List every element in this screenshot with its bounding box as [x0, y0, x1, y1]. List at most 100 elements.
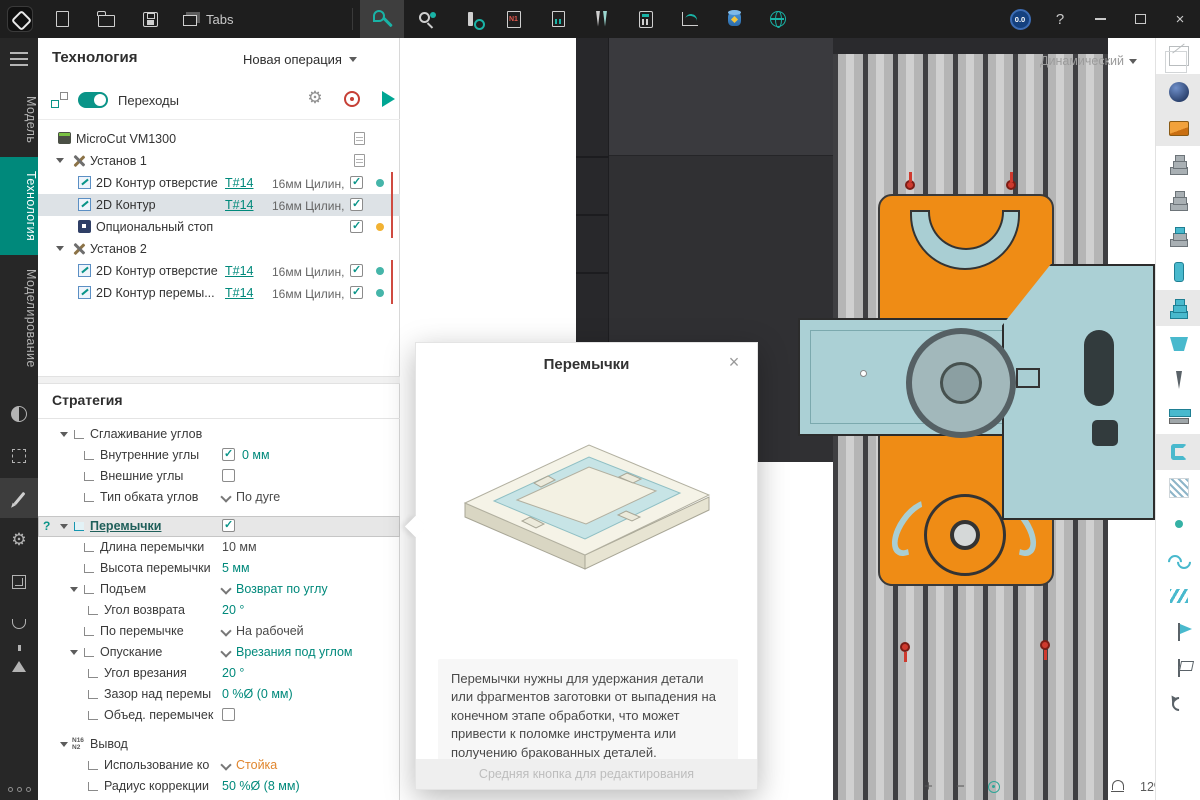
- workplan-icon[interactable]: [51, 92, 67, 108]
- account-badge[interactable]: 0.0: [1000, 0, 1040, 38]
- clamp-button[interactable]: [0, 604, 38, 644]
- tool-reference[interactable]: T#14: [225, 286, 254, 300]
- drill-button[interactable]: [1156, 362, 1200, 398]
- parameter-checkbox[interactable]: [222, 469, 235, 482]
- tool-reference[interactable]: T#14: [225, 264, 254, 278]
- minimize-button[interactable]: [1080, 0, 1120, 38]
- parameter-value[interactable]: По дуге: [222, 490, 280, 504]
- tree-expand-icon[interactable]: [56, 158, 64, 163]
- strategy-row[interactable]: Зазор над перемы0 %Ø (0 мм): [38, 684, 400, 705]
- post-button[interactable]: [756, 0, 800, 38]
- operation-row[interactable]: MicroCut VM1300: [38, 128, 400, 150]
- tree-expand-icon[interactable]: [70, 587, 78, 592]
- record-target-icon[interactable]: [344, 91, 360, 107]
- strategy-row[interactable]: ?Перемычки: [38, 516, 400, 537]
- operation-row[interactable]: 2D КонтурT#1416мм Цилин,: [38, 194, 400, 216]
- zoom-in-button[interactable]: +: [924, 778, 933, 795]
- tabs-button[interactable]: Tabs: [170, 0, 249, 38]
- parameter-value[interactable]: 20 °: [222, 603, 244, 617]
- parameter-checkbox[interactable]: [222, 448, 235, 461]
- tree-expand-icon[interactable]: [70, 650, 78, 655]
- operation-checkbox[interactable]: [350, 176, 363, 189]
- back-arrow-button[interactable]: [1156, 686, 1200, 722]
- operation-row[interactable]: 2D Контур перемы...T#1416мм Цилин,: [38, 282, 400, 304]
- graph-button[interactable]: [668, 0, 712, 38]
- strategy-row[interactable]: ПодъемВозврат по углу: [38, 579, 400, 600]
- machine-setup-button[interactable]: [448, 0, 492, 38]
- parameter-value[interactable]: 0 мм: [242, 448, 270, 462]
- strategy-row[interactable]: Угол возврата20 °: [38, 600, 400, 621]
- zoom-level[interactable]: 12%: [1140, 780, 1155, 794]
- flag-filled-button[interactable]: [1156, 614, 1200, 650]
- operation-checkbox[interactable]: [350, 264, 363, 277]
- parameter-value[interactable]: На рабочей: [222, 624, 304, 638]
- tree-expand-icon[interactable]: [56, 246, 64, 251]
- parameter-value[interactable]: 0 %Ø (0 мм): [222, 687, 293, 701]
- shaded-view-button[interactable]: [1156, 74, 1200, 110]
- flag-outline-button[interactable]: [1156, 650, 1200, 686]
- strategy-row[interactable]: Внутренние углы0 мм: [38, 445, 400, 466]
- measure-button[interactable]: [0, 646, 38, 686]
- origin-icon[interactable]: [988, 781, 1000, 793]
- parameter-value[interactable]: 10 мм: [222, 540, 257, 554]
- app-logo-icon[interactable]: [7, 6, 33, 32]
- tool-cup-button[interactable]: [1156, 326, 1200, 362]
- transitions-toggle[interactable]: [78, 92, 108, 108]
- notifications-bell-icon[interactable]: [1112, 780, 1124, 790]
- holder-c-button[interactable]: [1156, 218, 1200, 254]
- new-file-button[interactable]: [40, 0, 84, 38]
- parameter-value[interactable]: Врезания под углом: [222, 645, 353, 659]
- strategy-row[interactable]: Сглаживание углов: [38, 424, 400, 445]
- holder-b-button[interactable]: [1156, 182, 1200, 218]
- stock-button[interactable]: [712, 0, 756, 38]
- parameter-checkbox[interactable]: [222, 708, 235, 721]
- sheet-icon[interactable]: [354, 132, 365, 145]
- close-icon[interactable]: ×: [723, 351, 745, 373]
- tree-expand-icon[interactable]: [60, 524, 68, 529]
- calculator-button[interactable]: [624, 0, 668, 38]
- operation-row[interactable]: Установ 1: [38, 150, 400, 172]
- plates-button[interactable]: [1156, 398, 1200, 434]
- operation-row[interactable]: Установ 2: [38, 238, 400, 260]
- tool-stack-button[interactable]: [1156, 290, 1200, 326]
- save-button[interactable]: [128, 0, 172, 38]
- hatch-button[interactable]: [1156, 470, 1200, 506]
- run-simulation-button[interactable]: [382, 91, 395, 107]
- holder-a-button[interactable]: [1156, 146, 1200, 182]
- tool-reference[interactable]: T#14: [225, 198, 254, 212]
- strategy-row[interactable]: Объед. перемычек: [38, 705, 400, 726]
- view-mode-dropdown[interactable]: Динамический: [1040, 54, 1137, 68]
- view-cube-button[interactable]: [1156, 38, 1200, 74]
- parameter-value[interactable]: Возврат по углу: [222, 582, 328, 596]
- machine-button[interactable]: [0, 562, 38, 602]
- nc-program-button[interactable]: N1: [492, 0, 536, 38]
- close-button[interactable]: ×: [1160, 0, 1200, 38]
- parameter-value[interactable]: 20 °: [222, 666, 244, 680]
- parameter-value[interactable]: 5 мм: [222, 561, 250, 575]
- spring-button[interactable]: [1156, 542, 1200, 578]
- tree-expand-icon[interactable]: [60, 742, 68, 747]
- strategy-row[interactable]: Высота перемычки5 мм: [38, 558, 400, 579]
- strategy-row[interactable]: По перемычкеНа рабочей: [38, 621, 400, 642]
- zoom-out-button[interactable]: −: [956, 778, 965, 795]
- rail-tab-2[interactable]: Технология: [0, 157, 38, 255]
- operation-row[interactable]: 2D Контур отверстиеT#1416мм Цилин,: [38, 172, 400, 194]
- more-dots-icon[interactable]: [0, 787, 38, 792]
- tool-reference[interactable]: T#14: [225, 176, 254, 190]
- operation-checkbox[interactable]: [350, 198, 363, 211]
- strategy-row[interactable]: ОпусканиеВрезания под углом: [38, 642, 400, 663]
- machining-button[interactable]: [360, 0, 404, 38]
- sketch-button[interactable]: [0, 478, 38, 518]
- operation-row[interactable]: Опциональный стоп: [38, 216, 400, 238]
- menu-icon[interactable]: [10, 52, 28, 54]
- strategy-row[interactable]: Радиус коррекции50 %Ø (8 мм): [38, 776, 400, 797]
- strategy-row[interactable]: Длина перемычки10 мм: [38, 537, 400, 558]
- strategy-row[interactable]: Использование коСтойка: [38, 755, 400, 776]
- tools-button[interactable]: [580, 0, 624, 38]
- selection-button[interactable]: [0, 436, 38, 476]
- rail-tab-1[interactable]: Модель: [0, 82, 38, 157]
- settings-button[interactable]: [0, 520, 38, 560]
- parameter-value[interactable]: 50 %Ø (8 мм): [222, 779, 300, 793]
- bracket-button[interactable]: [1156, 434, 1200, 470]
- operation-checkbox[interactable]: [350, 220, 363, 233]
